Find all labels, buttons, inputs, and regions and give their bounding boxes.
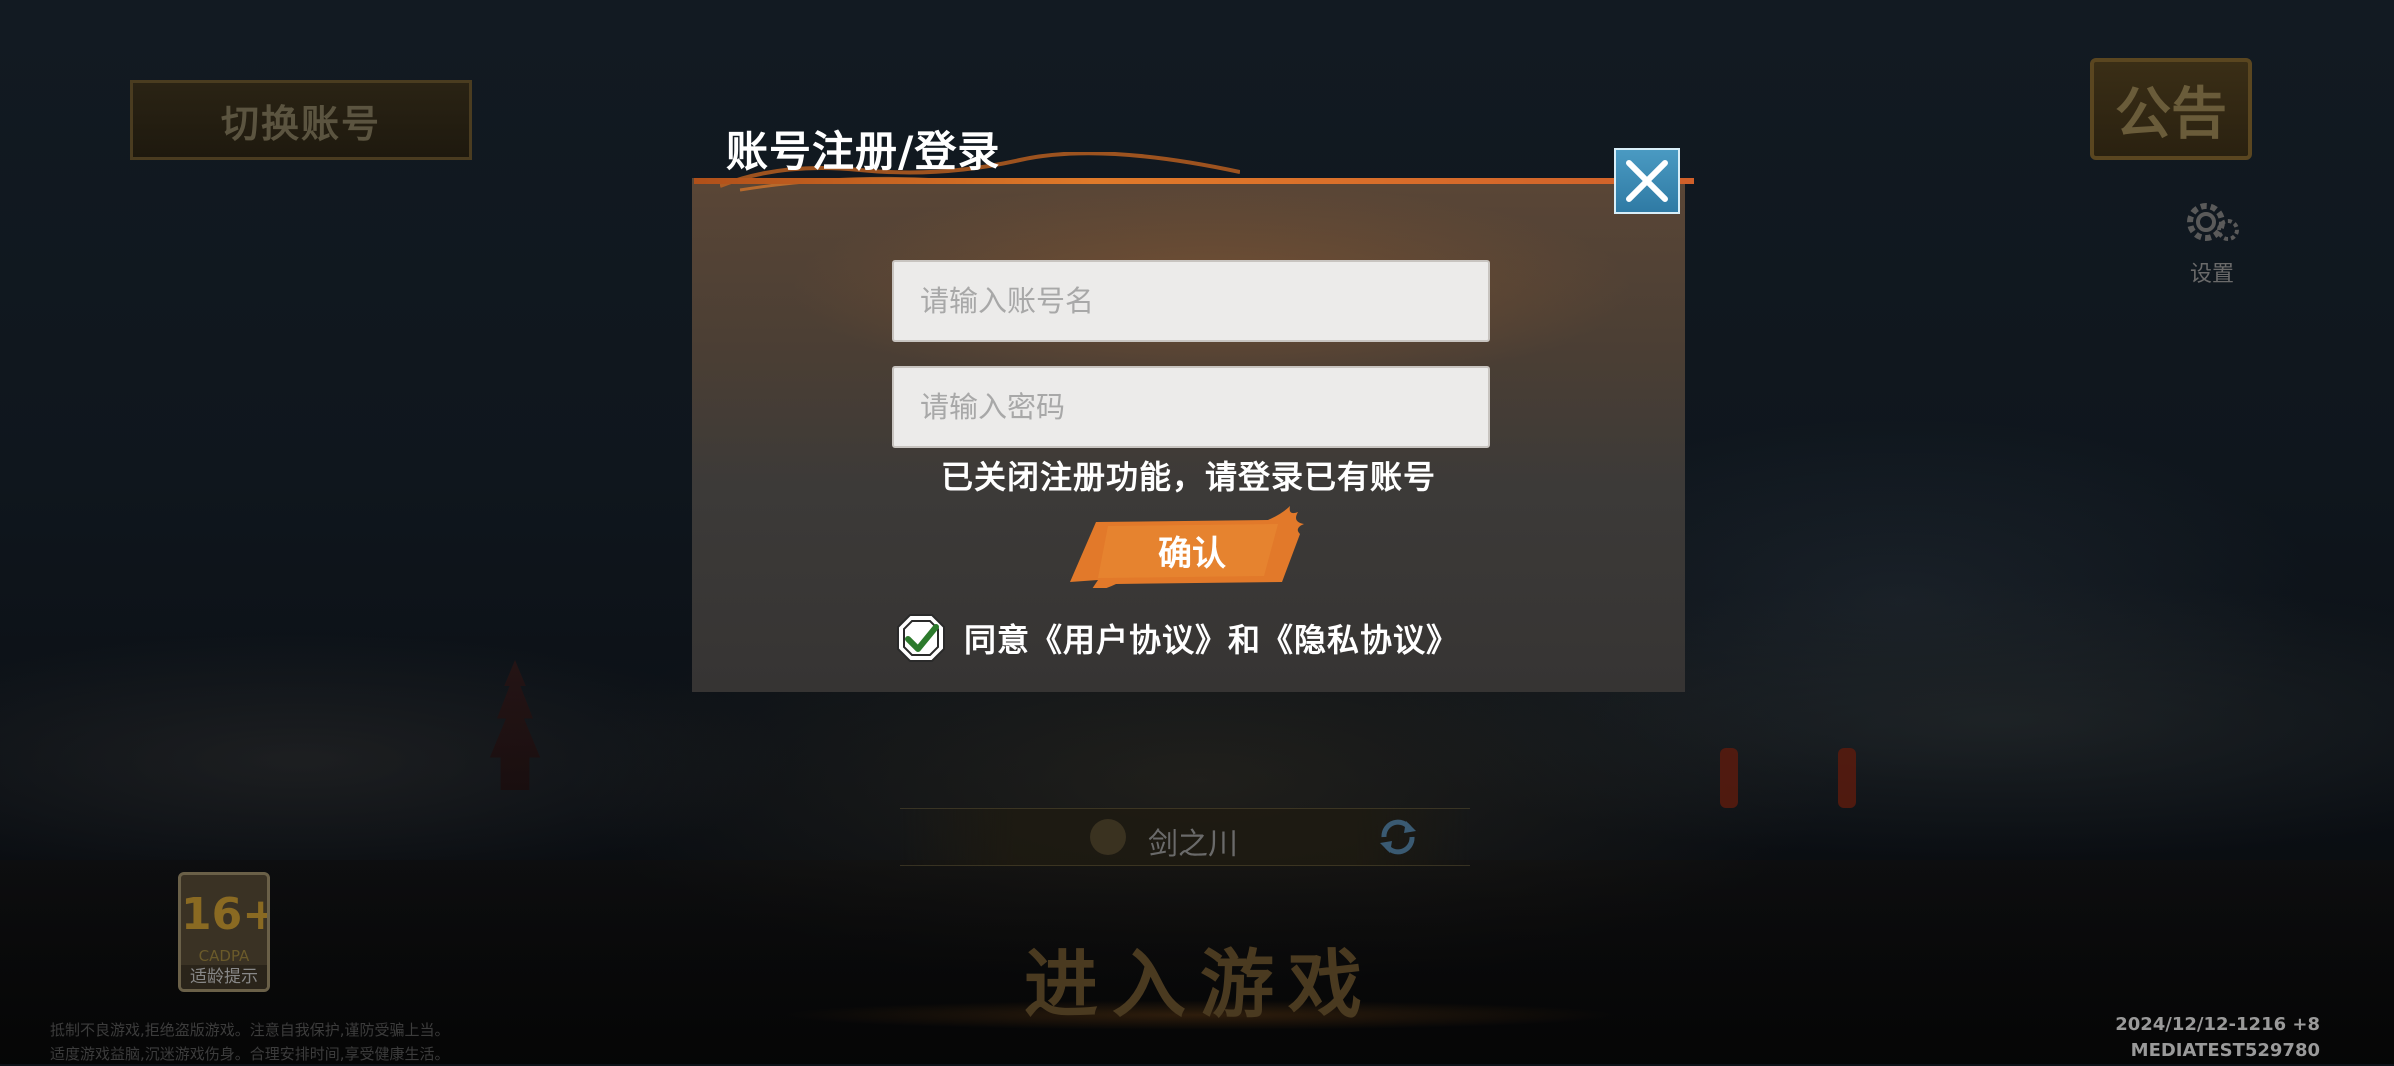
enter-game-button[interactable]: 进入游戏: [900, 918, 1500, 1038]
disclaimer-line: 适度游戏益脑,沉迷游戏伤身。合理安排时间,享受健康生活。: [50, 1045, 450, 1063]
registration-closed-hint: 已关闭注册功能，请登录已有账号: [940, 458, 1436, 496]
account-name-input[interactable]: [892, 260, 1490, 342]
age-rating-badge: 16+ CADPA 适龄提示: [178, 872, 270, 992]
background-lantern: [1838, 748, 1856, 808]
age-rating-tip: 适龄提示: [181, 965, 267, 989]
confirm-button[interactable]: 确认: [1068, 504, 1316, 588]
agreement-row: 同意《用户协议》和《隐私协议》: [896, 612, 1459, 664]
gear-icon: [2187, 203, 2239, 241]
build-string: 2024/12/12-1216 +8: [2115, 1014, 2320, 1035]
server-emblem-icon: [1090, 819, 1126, 855]
server-name: 剑之川: [1148, 827, 1238, 862]
server-select-bar[interactable]: 剑之川: [900, 808, 1470, 866]
switch-account-button[interactable]: 切换账号: [130, 80, 472, 160]
health-disclaimer: 抵制不良游戏,拒绝盗版游戏。注意自我保护,谨防受骗上当。 适度游戏益脑,沉迷游戏…: [50, 1018, 450, 1066]
age-rating-org: CADPA: [198, 947, 250, 965]
close-icon: [1626, 160, 1668, 202]
age-rating-number: 16+: [181, 889, 270, 940]
settings-button[interactable]: 设置: [2180, 196, 2244, 288]
version-info: 2024/12/12-1216 +8 MEDIATEST529780: [2115, 1012, 2320, 1064]
password-input[interactable]: [892, 366, 1490, 448]
disclaimer-line: 抵制不良游戏,拒绝盗版游戏。注意自我保护,谨防受骗上当。: [50, 1021, 450, 1039]
close-button[interactable]: [1614, 148, 1680, 214]
refresh-icon[interactable]: [1376, 817, 1420, 857]
agreement-text[interactable]: 同意《用户协议》和《隐私协议》: [964, 615, 1459, 661]
agreement-checkbox[interactable]: [896, 613, 946, 663]
notice-button[interactable]: 公告: [2090, 58, 2252, 160]
background-lantern: [1720, 748, 1738, 808]
settings-label: 设置: [2189, 262, 2234, 287]
device-id: MEDIATEST529780: [2130, 1040, 2320, 1061]
confirm-label: 确认: [1158, 534, 1226, 574]
dialog-title: 账号注册/登录: [726, 127, 1001, 176]
